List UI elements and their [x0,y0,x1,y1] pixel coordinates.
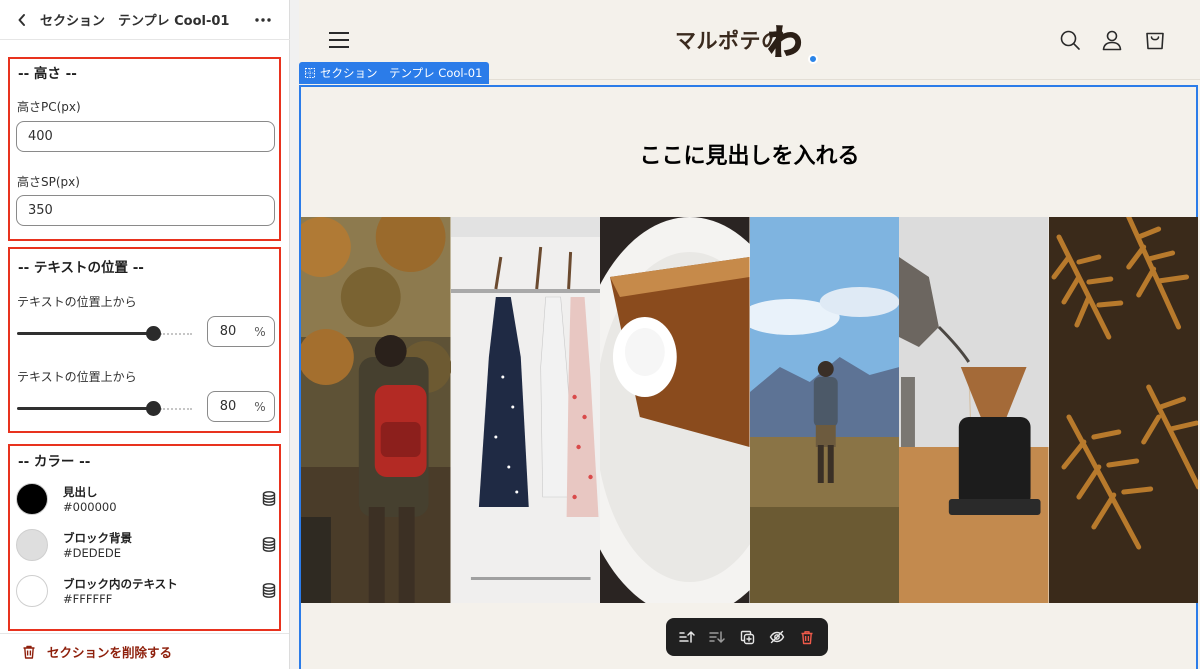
selected-section-tab[interactable]: セクション テンプレ Cool-01 [299,62,489,84]
duplicate-icon [740,630,754,644]
color-row-block-background: ブロック背景 #DEDEDE [16,527,278,563]
image-gallery [301,217,1198,603]
database-icon[interactable] [262,491,276,506]
drag-grip-icon [305,68,315,78]
block-text-color-name: ブロック内のテキスト [63,577,178,591]
text-position-slider-1[interactable] [17,325,193,341]
delete-section-button[interactable]: セクションを削除する [0,633,289,669]
text-position-value-1: 80 [219,324,237,339]
percent-unit-2: % [254,399,266,414]
gallery-image-ferns [1048,217,1198,603]
storefront-preview: マルポテの わ セクション テンプレ Cool-01 ここに見出しを入れる [299,0,1200,669]
slider-track [17,407,153,410]
logo-dot [808,54,818,64]
color-settings-group: -- カラー -- 見出し #000000 ブロック背景 #DEDEDE ブロッ… [8,444,281,631]
panel-title: セクション テンプレ Cool-01 [40,14,230,29]
block-background-color-hex: #DEDEDE [63,546,121,560]
block-text-color-hex: #FFFFFF [63,592,113,606]
logo-mark: わ [767,22,803,64]
move-down-button[interactable] [708,628,726,646]
gallery-image-mountains [749,217,899,603]
section-heading: ここに見出しを入れる [639,143,860,169]
duplicate-button[interactable] [738,628,756,646]
back-button[interactable] [14,12,30,28]
slider-track-remainder [160,408,192,410]
slider-thumb[interactable] [146,326,161,341]
text-position-group: -- テキストの位置 -- テキストの位置上から 80 % テキストの位置上から… [8,247,281,433]
gallery-image-pie [600,217,750,603]
heading-color-hex: #000000 [63,500,117,514]
block-background-color-name: ブロック背景 [63,531,132,545]
trash-icon [23,645,35,659]
height-pc-input[interactable]: 400 [16,121,275,152]
text-position-value-2: 80 [219,399,237,414]
delete-section-toolbar-button[interactable] [798,628,816,646]
chevron-left-icon [18,13,25,26]
text-position-group-title: -- テキストの位置 -- [18,260,144,276]
text-position-label-1: テキストの位置上から [17,295,137,309]
text-position-label-2: テキストの位置上から [17,370,137,384]
height-pc-label: 高さPC(px) [17,100,81,114]
editor-panel: セクション テンプレ Cool-01 -- 高さ -- 高さPC(px) 400… [0,0,290,669]
delete-icon [801,630,813,644]
block-text-color-swatch[interactable] [16,575,48,607]
percent-unit-1: % [254,324,266,339]
section-toolbar [666,618,828,656]
database-icon[interactable] [262,583,276,598]
heading-color-swatch[interactable] [16,483,48,515]
height-sp-input[interactable]: 350 [16,195,275,226]
block-background-color-swatch[interactable] [16,529,48,561]
color-group-title: -- カラー -- [18,454,91,470]
panel-header: セクション テンプレ Cool-01 [0,0,290,40]
delete-section-label: セクションを削除する [47,645,173,660]
text-position-value-box-2[interactable]: 80 % [207,391,275,422]
move-up-button[interactable] [678,628,696,646]
hide-icon [769,630,785,644]
site-logo[interactable]: マルポテの わ [675,12,825,64]
move-up-icon [679,631,695,643]
height-group-title: -- 高さ -- [18,66,77,82]
gallery-image-coffee [899,217,1049,603]
height-settings-group: -- 高さ -- 高さPC(px) 400 高さSP(px) 350 [8,57,281,241]
hide-button[interactable] [768,628,786,646]
gallery-image-dresses [450,217,600,603]
gallery-image-hiker-forest [301,217,451,603]
menu-icon[interactable] [329,31,349,49]
logo-text: マルポテの [675,29,783,53]
slider-track-remainder [160,333,192,335]
search-icon[interactable] [1059,29,1081,51]
cart-icon[interactable] [1144,29,1166,51]
text-position-value-box-1[interactable]: 80 % [207,316,275,347]
slider-track [17,332,153,335]
move-down-icon [709,631,725,643]
database-icon[interactable] [262,537,276,552]
heading-color-name: 見出し [63,485,98,499]
text-position-slider-2[interactable] [17,400,193,416]
height-sp-label: 高さSP(px) [17,175,80,189]
slider-thumb[interactable] [146,401,161,416]
section-tab-label: セクション テンプレ Cool-01 [320,66,483,80]
more-horizontal-icon [255,18,271,22]
color-row-heading: 見出し #000000 [16,481,278,517]
account-icon[interactable] [1101,29,1123,51]
color-row-block-text: ブロック内のテキスト #FFFFFF [16,573,278,609]
more-options-button[interactable] [254,12,272,28]
